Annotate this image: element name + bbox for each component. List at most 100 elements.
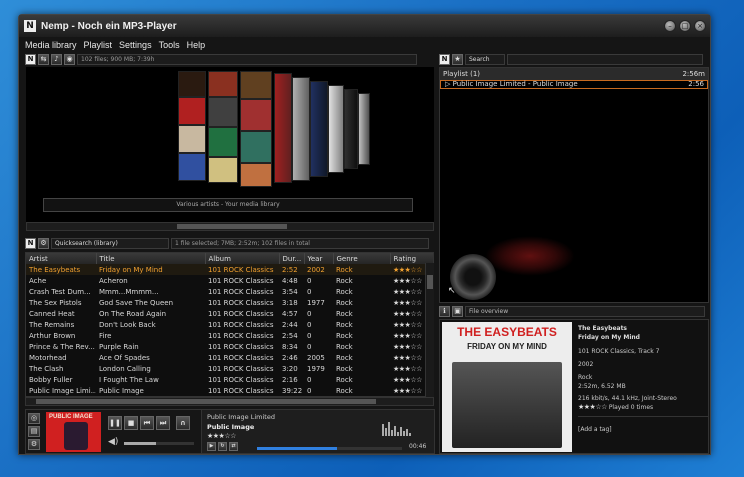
album-cover[interactable]: [178, 125, 206, 153]
settings-icon[interactable]: ⚙: [28, 439, 40, 450]
nemp-logo-button[interactable]: N: [25, 54, 36, 65]
cell-title: Fire: [99, 331, 112, 340]
coverflow-view[interactable]: Various artists - Your media library: [26, 67, 434, 222]
music-note-icon[interactable]: ♪: [51, 54, 62, 65]
album-cover[interactable]: [240, 163, 272, 187]
pause-button[interactable]: ❚❚: [108, 416, 122, 430]
nemp-logo-button[interactable]: N: [439, 54, 450, 65]
now-playing-cover[interactable]: PUBLIC IMAGE: [46, 412, 101, 452]
cell-year: 1977: [307, 298, 325, 307]
table-row[interactable]: The Clash London Calling 101 ROCK Classics…: [26, 363, 433, 374]
scrollbar-thumb[interactable]: [427, 275, 433, 289]
table-row[interactable]: Prince & The Rev... Purple Rain 101 ROCK C…: [26, 341, 433, 352]
volume-icon[interactable]: ◀): [108, 437, 120, 447]
quicksearch-input[interactable]: Quicksearch (library): [51, 238, 169, 249]
file-overview-tab[interactable]: File overview: [465, 306, 705, 317]
library-vertical-scrollbar[interactable]: [425, 263, 434, 397]
album-cover[interactable]: [178, 71, 206, 97]
table-row[interactable]: Motorhead Ace Of Spades 101 ROCK Classics 2…: [26, 352, 433, 363]
cell-year: 1979: [307, 364, 325, 373]
search-label: Search: [465, 54, 505, 65]
minimize-button[interactable]: –: [664, 20, 676, 32]
headphones-icon[interactable]: ∩: [176, 416, 190, 430]
previous-button[interactable]: ⏮: [140, 416, 154, 430]
album-cover[interactable]: [274, 73, 292, 183]
play-small-button[interactable]: ▶: [207, 442, 216, 451]
album-cover[interactable]: [208, 97, 238, 127]
table-row[interactable]: The Easybeats Friday on My Mind 101 ROCK C…: [26, 264, 433, 275]
table-row[interactable]: Canned Heat On The Road Again 101 ROCK Cla…: [26, 308, 433, 319]
column-header-album[interactable]: Album: [205, 253, 280, 264]
add-tag-link[interactable]: [Add a tag]: [578, 416, 708, 434]
table-row[interactable]: Crash Test Dum... Mmm...Mmmm... 101 ROCK C…: [26, 286, 433, 297]
nemp-logo-button[interactable]: N: [25, 238, 36, 249]
album-cover[interactable]: [208, 157, 238, 183]
now-playing-rating[interactable]: ★★★☆☆: [207, 432, 236, 440]
table-row[interactable]: Arthur Brown Fire 101 ROCK Classics 2:54 0 Ro…: [26, 330, 433, 341]
playlist-header[interactable]: Playlist (1) 2:56m: [440, 68, 708, 80]
cell-album: 101 ROCK Classics: [208, 364, 274, 373]
scrollbar-thumb[interactable]: [177, 224, 287, 229]
playlist-item[interactable]: ▷ Public Image Limited - Public Image 2:…: [440, 80, 708, 89]
album-cover[interactable]: [328, 85, 344, 173]
album-cover[interactable]: [178, 97, 206, 125]
file-rating[interactable]: ★★★☆☆: [578, 403, 607, 411]
cell-title: Friday on My Mind: [96, 264, 205, 275]
file-cover-art[interactable]: THE EASYBEATS FRIDAY ON MY MIND: [442, 322, 572, 452]
table-row[interactable]: The Remains Don't Look Back 101 ROCK Class…: [26, 319, 433, 330]
menu-help[interactable]: Help: [187, 40, 206, 50]
browse-mode-icon[interactable]: ⇆: [38, 54, 49, 65]
album-cover[interactable]: [292, 77, 310, 181]
cell-title: On The Road Again: [99, 309, 167, 318]
volume-slider[interactable]: [124, 442, 194, 445]
visualization-icon[interactable]: ◎: [28, 413, 40, 424]
next-button[interactable]: ⏭: [156, 416, 170, 430]
spectrum-visualizer: [382, 420, 427, 436]
file-info-icon[interactable]: ℹ: [439, 306, 450, 317]
menu-tools[interactable]: Tools: [159, 40, 180, 50]
search-toggle-icon[interactable]: ⚙: [38, 238, 49, 249]
search-input[interactable]: [507, 54, 703, 65]
album-cover[interactable]: [344, 89, 358, 169]
equalizer-icon[interactable]: ▤: [28, 426, 40, 437]
album-cover[interactable]: [208, 127, 238, 157]
scrollbar-thumb[interactable]: [36, 399, 376, 404]
cover-icon[interactable]: ▣: [452, 306, 463, 317]
cell-genre: Rock: [336, 342, 353, 351]
library-toolbar: N ⇆ ♪ ◉ 102 files; 900 MB; 7:39h: [25, 53, 437, 66]
table-row[interactable]: Ache Acheron 101 ROCK Classics 4:48 0 Rock ★★★…: [26, 275, 433, 286]
column-header-artist[interactable]: Artist: [26, 253, 97, 264]
coverflow-icon[interactable]: ◉: [64, 54, 75, 65]
album-cover[interactable]: [240, 99, 272, 131]
album-cover[interactable]: [240, 71, 272, 99]
close-button[interactable]: ×: [694, 20, 706, 32]
menu-settings[interactable]: Settings: [119, 40, 152, 50]
menu-media-library[interactable]: Media library: [25, 40, 77, 50]
library-horizontal-scrollbar[interactable]: [25, 397, 434, 406]
repeat-button[interactable]: ↻: [218, 442, 227, 451]
shuffle-button[interactable]: ⇄: [229, 442, 238, 451]
table-row[interactable]: The Sex Pistols God Save The Queen 101 ROC…: [26, 297, 433, 308]
cell-title: Don't Look Back: [99, 320, 156, 329]
album-cover[interactable]: [310, 81, 328, 177]
column-header-year[interactable]: Year: [304, 253, 334, 264]
cell-album: 101 ROCK Classics: [208, 298, 274, 307]
album-cover[interactable]: [178, 153, 206, 181]
title-bar[interactable]: N Nemp - Noch ein MP3-Player – □ ×: [19, 15, 710, 37]
menu-playlist[interactable]: Playlist: [84, 40, 113, 50]
album-cover[interactable]: [208, 71, 238, 97]
album-cover[interactable]: [358, 93, 370, 165]
cell-year: 0: [307, 276, 312, 285]
coverflow-scrollbar[interactable]: [26, 222, 434, 231]
favorite-star-icon[interactable]: ★: [452, 54, 463, 65]
cell-duration: 2:44: [282, 320, 298, 329]
column-header-genre[interactable]: Genre: [333, 253, 391, 264]
column-header-duration[interactable]: Dur...: [279, 253, 305, 264]
progress-slider[interactable]: [257, 447, 402, 450]
stop-button[interactable]: ■: [124, 416, 138, 430]
table-row[interactable]: Bobby Fuller I Fought The Law 101 ROCK Cla…: [26, 374, 433, 385]
column-header-title[interactable]: Title: [96, 253, 206, 264]
maximize-button[interactable]: □: [679, 20, 691, 32]
table-row[interactable]: Public Image Limi... Public Image 101 ROCK…: [26, 385, 433, 396]
album-cover[interactable]: [240, 131, 272, 163]
